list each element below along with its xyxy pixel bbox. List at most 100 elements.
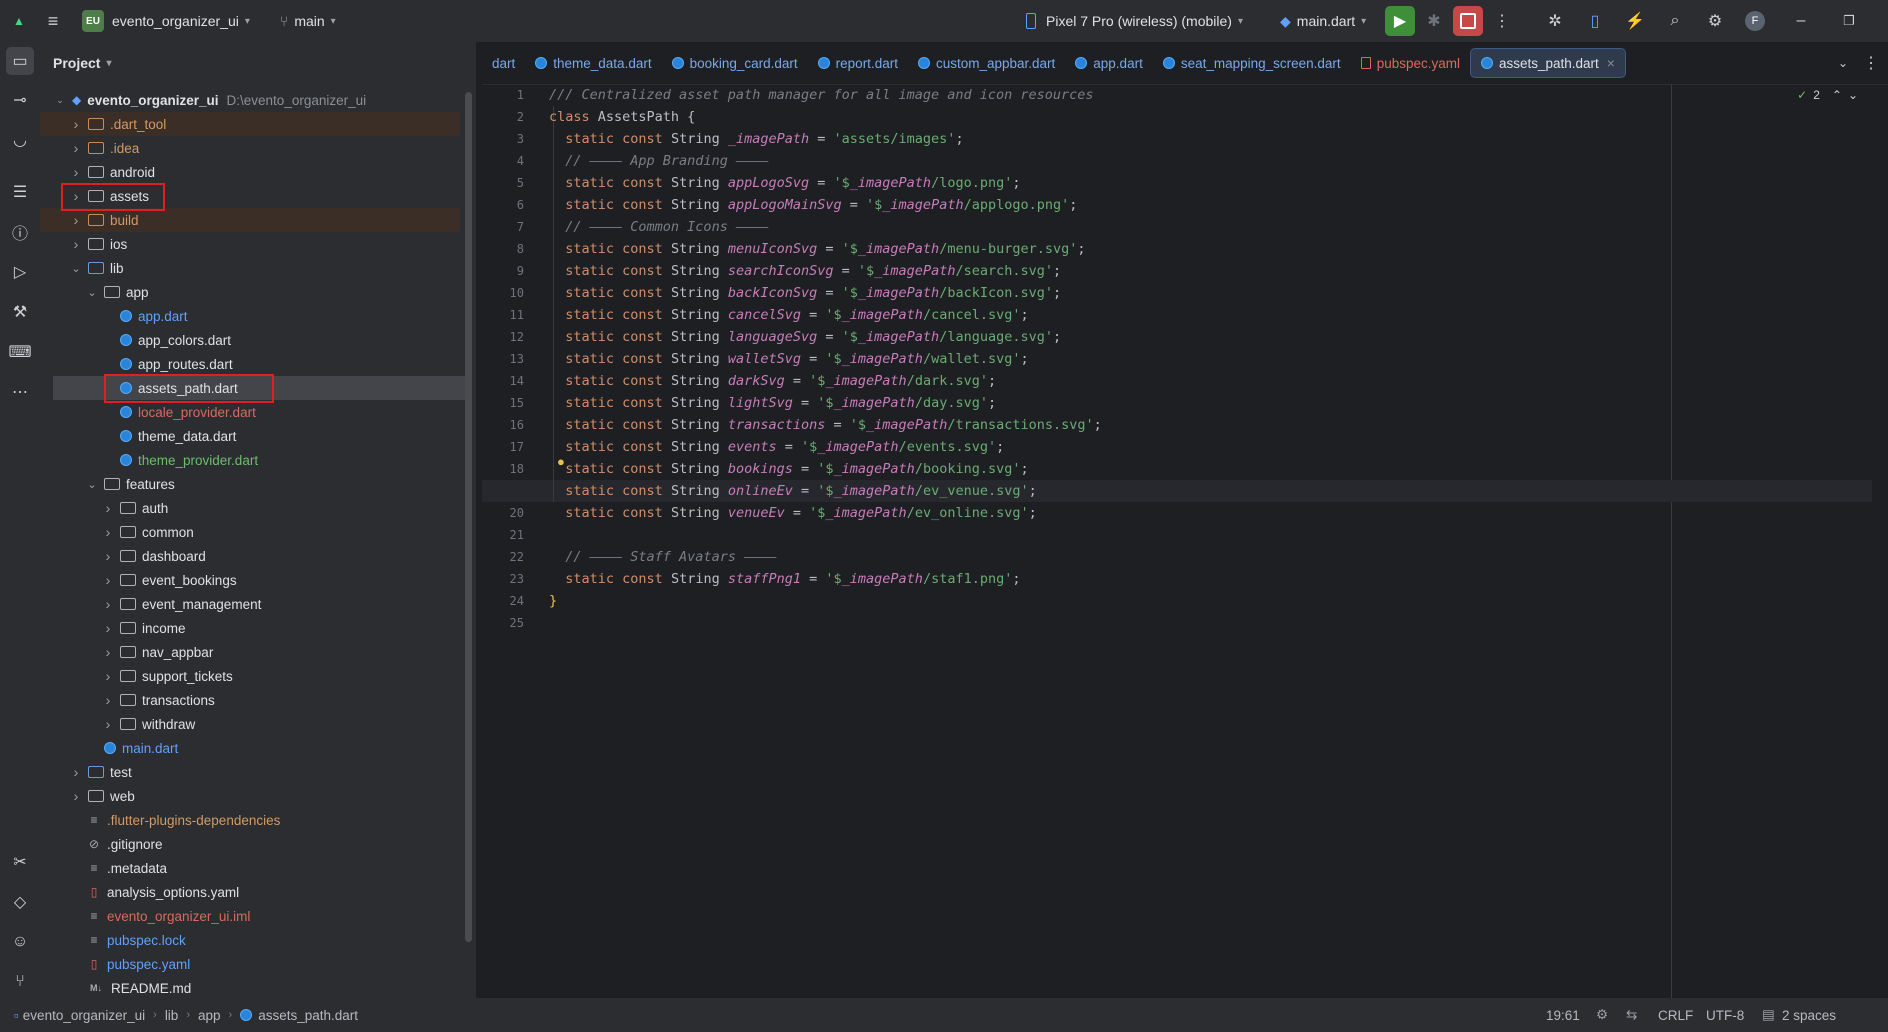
chevron-right-icon[interactable]: ›	[102, 716, 114, 732]
chevron-right-icon[interactable]: ›	[70, 212, 82, 228]
code-text-area[interactable]: /// Centralized asset path manager for a…	[482, 84, 1879, 998]
close-tab-icon[interactable]: ×	[1607, 56, 1615, 71]
breadcrumb-item[interactable]: app	[198, 1008, 221, 1023]
breadcrumb-item[interactable]: lib	[165, 1008, 179, 1023]
chevron-right-icon[interactable]: ›	[70, 188, 82, 204]
tree-item-gitignore[interactable]: ⊘ .gitignore	[40, 832, 460, 856]
run-button[interactable]: ▶	[1385, 6, 1415, 36]
chevron-right-icon[interactable]: ›	[102, 596, 114, 612]
file-encoding[interactable]: UTF-8	[1706, 1008, 1744, 1023]
tree-item-pubspec-yaml[interactable]: ▯ pubspec.yaml	[40, 952, 460, 976]
tree-item-auth[interactable]: › auth	[40, 496, 460, 520]
tab-booking-card-dart[interactable]: booking_card.dart	[662, 49, 808, 77]
tab-custom-appbar-dart[interactable]: custom_appbar.dart	[908, 49, 1065, 77]
breadcrumb-item[interactable]: evento_organizer_ui	[23, 1008, 145, 1023]
chevron-right-icon[interactable]: ›	[70, 164, 82, 180]
git-icon[interactable]: ⑂	[6, 968, 34, 996]
tree-item-dashboard[interactable]: › dashboard	[40, 544, 460, 568]
tree-item-assets[interactable]: › assets	[40, 184, 460, 208]
tree-item-theme-provider-dart[interactable]: theme_provider.dart	[40, 448, 460, 472]
chevron-down-icon[interactable]: ⌄	[86, 478, 98, 491]
stop-button[interactable]	[1453, 6, 1483, 36]
chevron-right-icon[interactable]: ›	[102, 668, 114, 684]
tree-item-features[interactable]: ⌄ features	[40, 472, 460, 496]
tree-root[interactable]: ⌄ ◆ evento_organizer_ui D:\evento_organi…	[40, 88, 460, 112]
tree-item-app[interactable]: ⌄ app	[40, 280, 460, 304]
project-folder-icon[interactable]: ▭	[6, 47, 34, 75]
tree-item-withdraw[interactable]: › withdraw	[40, 712, 460, 736]
structure-icon[interactable]: ☰	[6, 178, 34, 206]
chevron-right-icon[interactable]: ›	[102, 620, 114, 636]
settings-gear-icon[interactable]: ⚙	[1700, 6, 1730, 36]
chevron-right-icon[interactable]: ›	[102, 524, 114, 540]
tree-item-test[interactable]: › test	[40, 760, 460, 784]
device-selector[interactable]: Pixel 7 Pro (wireless) (mobile) ▾	[1026, 13, 1243, 29]
tree-item-evento-organizer-ui-iml[interactable]: ≡ evento_organizer_ui.iml	[40, 904, 460, 928]
chevron-right-icon[interactable]: ›	[70, 140, 82, 156]
tree-item-ios[interactable]: › ios	[40, 232, 460, 256]
tree-item-app-routes-dart[interactable]: app_routes.dart	[40, 352, 460, 376]
run-config-selector[interactable]: ◆ main.dart ▾	[1280, 13, 1366, 30]
tree-item-flutter-plugins-dependencies[interactable]: ≡ .flutter-plugins-dependencies	[40, 808, 460, 832]
tree-item-dart-tool[interactable]: › .dart_tool	[40, 112, 460, 136]
project-scrollbar[interactable]	[465, 92, 472, 942]
run-tool-icon[interactable]: ▷	[6, 258, 34, 286]
chevron-right-icon[interactable]: ›	[102, 692, 114, 708]
bug-icon[interactable]: ✲	[1540, 6, 1570, 36]
hot-reload-icon[interactable]: ⚡	[1620, 6, 1650, 36]
tree-item-main-dart[interactable]: main.dart	[40, 736, 460, 760]
minimize-icon[interactable]: –	[1786, 6, 1816, 36]
tree-item-build[interactable]: › build	[40, 208, 460, 232]
vcs-status-icon[interactable]: ⚙	[1596, 1007, 1608, 1023]
tree-item-idea[interactable]: › .idea	[40, 136, 460, 160]
tab-app-dart[interactable]: app.dart	[1065, 49, 1153, 77]
tree-item-event-management[interactable]: › event_management	[40, 592, 460, 616]
chevron-right-icon[interactable]: ›	[70, 788, 82, 804]
commit-icon[interactable]: ⊸	[6, 86, 34, 114]
lightbulb-icon[interactable]: ●	[557, 454, 565, 469]
chevron-right-icon[interactable]: ›	[102, 644, 114, 660]
tree-item-nav-appbar[interactable]: › nav_appbar	[40, 640, 460, 664]
restore-icon[interactable]: ❐	[1834, 6, 1864, 36]
more-tools-icon[interactable]: ⋯	[6, 378, 34, 406]
tree-item-theme-data-dart[interactable]: theme_data.dart	[40, 424, 460, 448]
tab-assets-path-dart[interactable]: assets_path.dart ×	[1469, 48, 1626, 78]
tab-report-dart[interactable]: report.dart	[808, 49, 908, 77]
tree-item-assets-path-dart[interactable]: assets_path.dart	[53, 376, 465, 400]
tab-pubspec-yaml[interactable]: pubspec.yaml	[1351, 49, 1470, 77]
chevron-down-icon[interactable]: ⌄	[70, 262, 82, 275]
format-icon[interactable]: ⇆	[1626, 1007, 1637, 1023]
search-icon[interactable]: ⌕	[1660, 6, 1690, 36]
chevron-right-icon[interactable]: ›	[70, 764, 82, 780]
chevron-down-icon[interactable]: ⌄	[86, 286, 98, 299]
chevron-right-icon[interactable]: ›	[102, 500, 114, 516]
indent-setting[interactable]: 2 spaces	[1782, 1008, 1836, 1023]
tree-item-app-colors-dart[interactable]: app_colors.dart	[40, 328, 460, 352]
main-menu-icon[interactable]: ≡	[38, 6, 68, 36]
tree-item-metadata[interactable]: ≡ .metadata	[40, 856, 460, 880]
tree-item-locale-provider-dart[interactable]: locale_provider.dart	[40, 400, 460, 424]
tree-item-event-bookings[interactable]: › event_bookings	[40, 568, 460, 592]
line-ending[interactable]: CRLF	[1658, 1008, 1693, 1023]
chevron-right-icon[interactable]: ›	[70, 116, 82, 132]
tab-dart[interactable]: dart	[482, 49, 525, 77]
tree-item-pubspec-lock[interactable]: ≡ pubspec.lock	[40, 928, 460, 952]
tabs-overflow-chevron-icon[interactable]: ⌄	[1828, 48, 1858, 78]
tab-theme-data-dart[interactable]: theme_data.dart	[525, 49, 661, 77]
tree-item-android[interactable]: › android	[40, 160, 460, 184]
editor-more-icon[interactable]: ⋮	[1856, 48, 1886, 78]
tools-icon[interactable]: ✂	[6, 848, 34, 876]
pull-requests-icon[interactable]: ◡	[6, 126, 34, 154]
gem-icon[interactable]: ◇	[6, 888, 34, 916]
build-variants-icon[interactable]: ⚒	[6, 298, 34, 326]
tree-item-readme-md[interactable]: M↓ README.md	[40, 976, 460, 998]
tree-item-support-tickets[interactable]: › support_tickets	[40, 664, 460, 688]
caret-position[interactable]: 19:61	[1546, 1008, 1580, 1023]
more-actions-icon[interactable]: ⋮	[1487, 6, 1517, 36]
project-panel-header[interactable]: Project ▾	[40, 42, 476, 84]
tab-seat-mapping-screen-dart[interactable]: seat_mapping_screen.dart	[1153, 49, 1351, 77]
project-switcher[interactable]: EU evento_organizer_ui ▾	[82, 10, 250, 32]
chevron-right-icon[interactable]: ›	[102, 548, 114, 564]
breadcrumb-item[interactable]: assets_path.dart	[258, 1008, 358, 1023]
chevron-right-icon[interactable]: ›	[70, 236, 82, 252]
